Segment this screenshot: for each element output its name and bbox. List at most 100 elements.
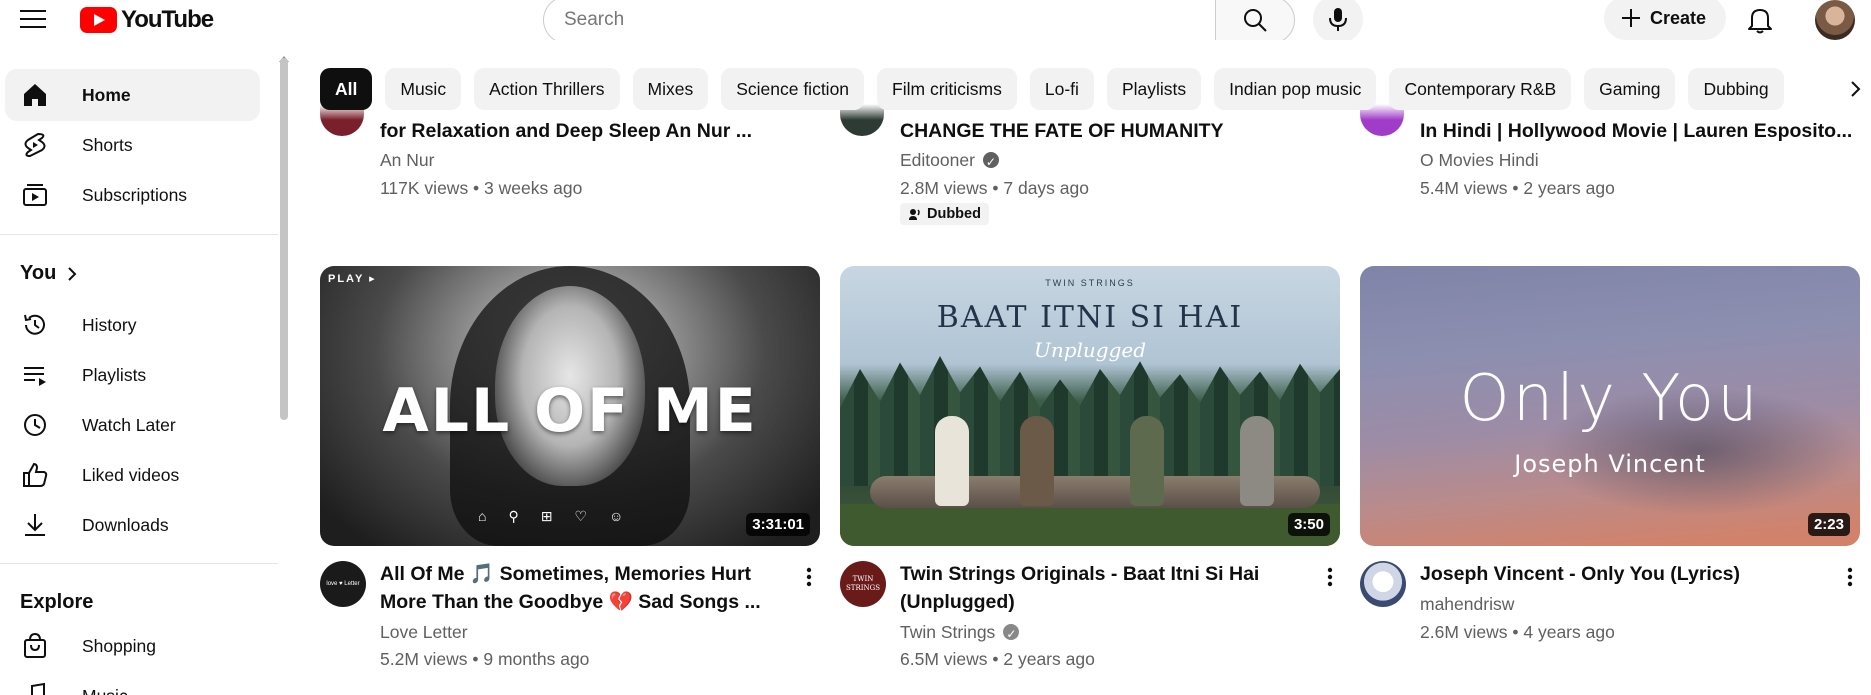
sidebar-divider — [0, 563, 278, 564]
video-title[interactable]: CHANGE THE FATE OF HUMANITY — [900, 117, 1224, 145]
channel-name[interactable]: mahendrisw — [1420, 592, 1514, 616]
sidebar-item-label: History — [82, 314, 137, 335]
video-stats: 5.2M views • 9 months ago — [380, 649, 590, 669]
bell-icon — [1748, 9, 1772, 34]
sidebar-item-downloads[interactable]: Downloads — [5, 499, 260, 551]
channel-avatar[interactable]: love ♥ Letter — [320, 561, 366, 607]
channel-avatar[interactable]: TWIN STRINGS — [840, 561, 886, 607]
verified-artist-icon — [1003, 622, 1020, 646]
video-stats: 117K views • 3 weeks ago — [380, 178, 583, 198]
create-button[interactable]: Create — [1604, 0, 1727, 40]
chip-all[interactable]: All — [320, 68, 373, 110]
search-button[interactable] — [1215, 0, 1295, 44]
sidebar-item-subscriptions[interactable]: Subscriptions — [5, 169, 260, 221]
more-options-button[interactable] — [1318, 565, 1342, 589]
sidebar-item-watch-later[interactable]: Watch Later — [5, 399, 260, 451]
sidebar-item-label: Shopping — [82, 635, 156, 656]
sidebar-item-label: Watch Later — [82, 414, 176, 435]
search-icon: ⚲ — [508, 508, 519, 524]
video-stats: 2.8M views • 7 days ago — [900, 178, 1089, 198]
chevron-right-icon — [1851, 81, 1861, 97]
chip-mixes[interactable]: Mixes — [632, 68, 709, 110]
thumbnail-person — [1130, 416, 1164, 506]
chip-science-fiction[interactable]: Science fiction — [721, 68, 865, 110]
video-title[interactable]: Twin Strings Originals - Baat Itni Si Ha… — [900, 560, 1300, 616]
chip-indian-pop-music[interactable]: Indian pop music — [1214, 68, 1377, 110]
video-title[interactable]: All Of Me 🎵 Sometimes, Memories Hurt Mor… — [380, 560, 780, 616]
channel-avatar[interactable] — [1360, 561, 1406, 607]
notifications-button[interactable] — [1742, 2, 1778, 38]
sidebar: Home Shorts Subscriptions You History Pl… — [0, 58, 278, 695]
search-icon — [1244, 9, 1267, 32]
plus-icon — [1622, 9, 1640, 27]
thumbnail-brand-text: TWIN STRINGS — [1045, 278, 1135, 288]
thumbnail-tag: PLAY ▸ — [328, 273, 377, 285]
youtube-logo[interactable]: YouTube — [80, 6, 214, 34]
channel-name[interactable]: Twin Strings — [900, 620, 1020, 646]
sidebar-item-playlists[interactable]: Playlists — [5, 349, 260, 401]
video-title-line: Joseph Vincent - Only You (Lyrics) — [1420, 563, 1741, 585]
chip-contemporary-rnb[interactable]: Contemporary R&B — [1389, 68, 1572, 110]
channel-name[interactable]: Love Letter — [380, 620, 468, 644]
dubbed-label: Dubbed — [927, 206, 981, 222]
sidebar-item-liked-videos[interactable]: Liked videos — [5, 449, 260, 501]
menu-button[interactable] — [18, 6, 48, 32]
dubbed-icon — [909, 209, 920, 220]
plus-box-icon: ⊞ — [540, 508, 553, 524]
filter-chip-bar: All Music Action Thrillers Mixes Science… — [320, 68, 1784, 110]
sidebar-item-music[interactable]: Music — [5, 670, 260, 695]
microphone-icon — [1329, 8, 1347, 31]
kebab-menu-icon — [1327, 567, 1333, 587]
chip-gaming[interactable]: Gaming — [1584, 68, 1676, 110]
chip-film-criticisms[interactable]: Film criticisms — [877, 68, 1017, 110]
video-thumbnail[interactable]: TWIN STRINGS BAAT ITNI SI HAI Unplugged … — [840, 266, 1340, 546]
dubbed-badge: Dubbed — [900, 203, 989, 225]
heart-icon: ♡ — [574, 508, 588, 524]
home-icon — [20, 80, 50, 110]
channel-name[interactable]: Editooner — [900, 148, 999, 174]
create-label: Create — [1650, 7, 1707, 28]
kebab-menu-icon — [1847, 567, 1853, 587]
thumbnail-person — [1240, 416, 1274, 506]
verified-icon — [982, 150, 999, 174]
sidebar-scrollbar[interactable] — [280, 58, 288, 420]
sidebar-item-home[interactable]: Home — [5, 69, 260, 121]
chip-dubbing[interactable]: Dubbing — [1688, 68, 1784, 110]
thumbnail-subtitle-text: Unplugged — [1033, 338, 1147, 362]
download-icon — [20, 510, 50, 540]
sidebar-item-label: Music — [82, 686, 128, 695]
you-label: You — [20, 262, 57, 284]
video-stats: 5.4M views • 2 years ago — [1420, 178, 1615, 198]
user-icon: ☺ — [609, 508, 624, 524]
voice-search-button[interactable] — [1313, 0, 1363, 44]
video-title[interactable]: Joseph Vincent - Only You (Lyrics) — [1420, 560, 1840, 588]
sidebar-item-shopping[interactable]: Shopping — [5, 620, 260, 672]
sidebar-item-shorts[interactable]: Shorts — [5, 119, 260, 171]
sidebar-explore-heading: Explore — [20, 591, 93, 614]
video-thumbnail[interactable]: PLAY ▸ ALL OF ME ⌂ ⚲ ⊞ ♡ ☺ 3:31:01 — [320, 266, 820, 546]
search-input[interactable] — [543, 0, 1215, 44]
sidebar-you-heading[interactable]: You — [20, 262, 78, 285]
watch-later-icon — [20, 410, 50, 440]
thumbnail-person — [935, 416, 969, 506]
video-thumbnail[interactable]: Only You Joseph Vincent 2:23 — [1360, 266, 1860, 546]
channel-name[interactable]: An Nur — [380, 148, 434, 172]
thumbs-up-icon — [20, 460, 50, 490]
account-avatar[interactable] — [1815, 0, 1855, 40]
chips-next-button[interactable] — [1834, 68, 1871, 110]
channel-name[interactable]: O Movies Hindi — [1420, 148, 1539, 172]
sidebar-item-history[interactable]: History — [5, 299, 260, 351]
chip-playlists[interactable]: Playlists — [1106, 68, 1202, 110]
video-title[interactable]: for Relaxation and Deep Sleep An Nur ... — [380, 117, 752, 145]
more-options-button[interactable] — [1838, 565, 1862, 589]
shorts-icon — [20, 130, 50, 160]
video-title-line: All Of Me 🎵 Sometimes, Memories Hurt — [380, 563, 752, 585]
more-options-button[interactable] — [797, 565, 821, 589]
chip-music[interactable]: Music — [385, 68, 462, 110]
chip-lo-fi[interactable]: Lo-fi — [1029, 68, 1094, 110]
subscriptions-icon — [20, 180, 50, 210]
thumbnail-title-text: Only You — [1459, 362, 1761, 436]
chip-action-thrillers[interactable]: Action Thrillers — [474, 68, 620, 110]
top-bar: YouTube Create — [0, 0, 1871, 44]
video-title[interactable]: In Hindi | Hollywood Movie | Lauren Espo… — [1420, 117, 1852, 145]
